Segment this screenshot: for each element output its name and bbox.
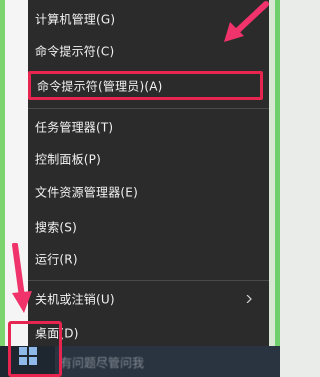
menu-item-shutdown-signout[interactable]: 关机或注销(U) — [28, 286, 269, 312]
menu-item-search[interactable]: 搜索(S) — [28, 214, 269, 240]
menu-item-desktop[interactable]: 桌面(D) — [28, 320, 269, 346]
menu-item-label: 控制面板(P) — [35, 152, 101, 167]
menu-item-task-manager[interactable]: 任务管理器(T) — [28, 114, 269, 140]
annotation-arrow-icon — [12, 243, 32, 313]
menu-item-label: 任务管理器(T) — [35, 120, 114, 135]
menu-item-label: 命令提示符(C) — [35, 44, 115, 59]
taskbar-search-placeholder: 有问题尽管问我 — [60, 356, 145, 370]
chevron-right-icon — [245, 295, 253, 303]
menu-item-label: 文件资源管理器(E) — [35, 185, 138, 200]
annotation-arrow-icon — [224, 1, 269, 42]
menu-item-label: 关机或注销(U) — [35, 292, 115, 307]
menu-item-file-explorer[interactable]: 文件资源管理器(E) — [28, 179, 269, 205]
menu-item-run[interactable]: 运行(R) — [28, 246, 269, 272]
windows-logo-icon — [19, 347, 37, 365]
menu-item-label: 运行(R) — [35, 252, 78, 267]
menu-item-label: 搜索(S) — [35, 220, 77, 235]
menu-item-label: 计算机管理(G) — [35, 12, 116, 27]
start-button[interactable] — [8, 321, 62, 377]
right-frame-border — [275, 0, 280, 377]
menu-separator — [28, 280, 269, 281]
desktop-background-right — [269, 0, 275, 346]
winx-context-menu: 计算机管理(G) 命令提示符(C) 命令提示符(管理员)(A) 任务管理器(T)… — [28, 0, 269, 346]
menu-separator — [28, 108, 269, 109]
highlight-annotation-box — [28, 71, 263, 100]
menu-item-control-panel[interactable]: 控制面板(P) — [28, 146, 269, 172]
